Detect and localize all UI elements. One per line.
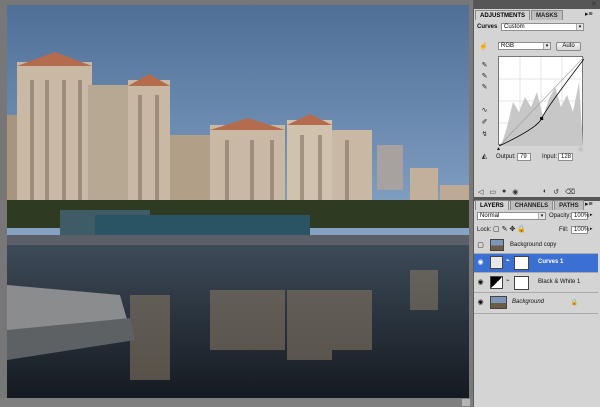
panel-menu-icon[interactable]: ▸≡ bbox=[585, 11, 593, 18]
link-icon[interactable]: ⌁ bbox=[506, 258, 510, 265]
curves-graph[interactable] bbox=[498, 56, 584, 146]
lock-icon: 🔒 bbox=[570, 300, 578, 306]
adjustments-panel-titlebar[interactable] bbox=[474, 0, 600, 9]
chevron-down-icon: ▾ bbox=[538, 213, 545, 219]
eye-icon[interactable]: ◉ bbox=[476, 278, 485, 287]
panel-menu-icon[interactable]: ▸≡ bbox=[585, 201, 593, 208]
link-icon[interactable]: ⌁ bbox=[506, 278, 510, 285]
fill-label: Fill: bbox=[559, 227, 569, 233]
curves-adjustment-icon bbox=[490, 256, 503, 269]
white-eyedropper-icon[interactable]: ✎ bbox=[480, 83, 489, 92]
black-eyedropper-icon[interactable]: ✎ bbox=[480, 61, 489, 70]
fill-slider-icon[interactable]: ▸ bbox=[590, 226, 593, 233]
fill-field[interactable]: 100% bbox=[571, 226, 589, 234]
smooth-icon[interactable]: ↯ bbox=[480, 130, 489, 139]
layer-name: Curves 1 bbox=[538, 259, 564, 265]
curve-control-point bbox=[540, 116, 544, 120]
curves-graph-drawing bbox=[499, 57, 584, 146]
chevron-down-icon: ▾ bbox=[576, 24, 583, 30]
output-label: Output: bbox=[496, 154, 516, 160]
tab-channels[interactable]: CHANNELS bbox=[509, 200, 554, 210]
layer-mask-thumbnail bbox=[514, 276, 529, 290]
gray-eyedropper-icon[interactable]: ✎ bbox=[480, 72, 489, 81]
eye-icon[interactable]: ◉ bbox=[476, 298, 485, 307]
auto-button[interactable]: Auto bbox=[556, 42, 581, 51]
opacity-label: Opacity: bbox=[549, 213, 572, 219]
layer-name: Background copy bbox=[510, 242, 557, 248]
tab-masks[interactable]: MASKS bbox=[531, 10, 563, 20]
lock-all-icon[interactable]: 🔒 bbox=[517, 226, 528, 233]
pencil-tool-icon[interactable]: ✐ bbox=[480, 118, 489, 127]
layers-tabs: LAYERS CHANNELS PATHS bbox=[475, 200, 585, 210]
photo-image bbox=[0, 0, 473, 407]
lock-pixels-icon[interactable]: ✎ bbox=[502, 226, 510, 233]
scrollbar-thumb[interactable] bbox=[462, 399, 470, 406]
blend-mode-select[interactable]: Normal ▾ bbox=[477, 212, 546, 220]
layer-thumbnail bbox=[490, 296, 507, 309]
histogram bbox=[501, 82, 583, 146]
layer-row-black-white-1[interactable]: ◉ ⌁ Black & White 1 bbox=[474, 274, 598, 293]
curve-points-tool-icon[interactable]: ∿ bbox=[480, 106, 489, 115]
layer-row-background-copy[interactable]: ▢ Background copy bbox=[474, 237, 598, 254]
channel-value: RGB bbox=[501, 43, 515, 49]
layer-mask-thumbnail bbox=[514, 256, 529, 270]
layer-thumbnail bbox=[490, 239, 504, 251]
lock-label: Lock: bbox=[477, 227, 492, 233]
preset-value: Custom bbox=[504, 24, 525, 30]
tab-paths[interactable]: PATHS bbox=[554, 200, 584, 210]
clipping-toggle-icon[interactable]: ◭ bbox=[480, 152, 489, 161]
visibility-toggle-empty[interactable]: ▢ bbox=[476, 241, 485, 250]
layer-name: Black & White 1 bbox=[538, 279, 581, 285]
horizontal-scrollbar[interactable] bbox=[0, 398, 473, 407]
chevron-down-icon: ▾ bbox=[543, 43, 550, 49]
white-point-slider-icon[interactable]: △ bbox=[579, 146, 583, 153]
input-label: Input: bbox=[542, 154, 558, 160]
eye-icon[interactable]: ◉ bbox=[476, 258, 485, 267]
input-field[interactable]: 128 bbox=[558, 153, 573, 161]
tab-adjustments[interactable]: ADJUSTMENTS bbox=[475, 10, 531, 20]
black-point-slider-icon[interactable]: ▲ bbox=[496, 146, 501, 153]
layer-row-background[interactable]: ◉ Background 🔒 bbox=[474, 294, 598, 314]
channel-select[interactable]: RGB ▾ bbox=[498, 42, 551, 50]
lock-options[interactable]: ▢✎✥🔒 bbox=[493, 226, 528, 233]
preset-select[interactable]: Custom ▾ bbox=[501, 23, 584, 31]
on-image-adjust-icon[interactable]: ☝ bbox=[479, 42, 488, 51]
opacity-slider-icon[interactable]: ▸ bbox=[590, 212, 593, 219]
document-canvas[interactable] bbox=[0, 0, 473, 407]
adjustments-tabs: ADJUSTMENTS MASKS bbox=[475, 10, 564, 20]
output-field[interactable]: 79 bbox=[517, 153, 531, 161]
layer-row-curves-1[interactable]: ◉ ⌁ Curves 1 bbox=[474, 254, 598, 273]
tab-layers[interactable]: LAYERS bbox=[475, 200, 509, 210]
panel-menu-icon[interactable]: ✕ bbox=[591, 0, 597, 8]
opacity-field[interactable]: 100% bbox=[571, 212, 589, 220]
layer-name: Background bbox=[512, 299, 545, 305]
adjustment-type-label: Curves bbox=[477, 24, 498, 30]
black-white-adjustment-icon bbox=[490, 276, 503, 289]
lock-transparency-icon[interactable]: ▢ bbox=[493, 226, 502, 233]
blend-mode-value: Normal bbox=[480, 213, 500, 219]
